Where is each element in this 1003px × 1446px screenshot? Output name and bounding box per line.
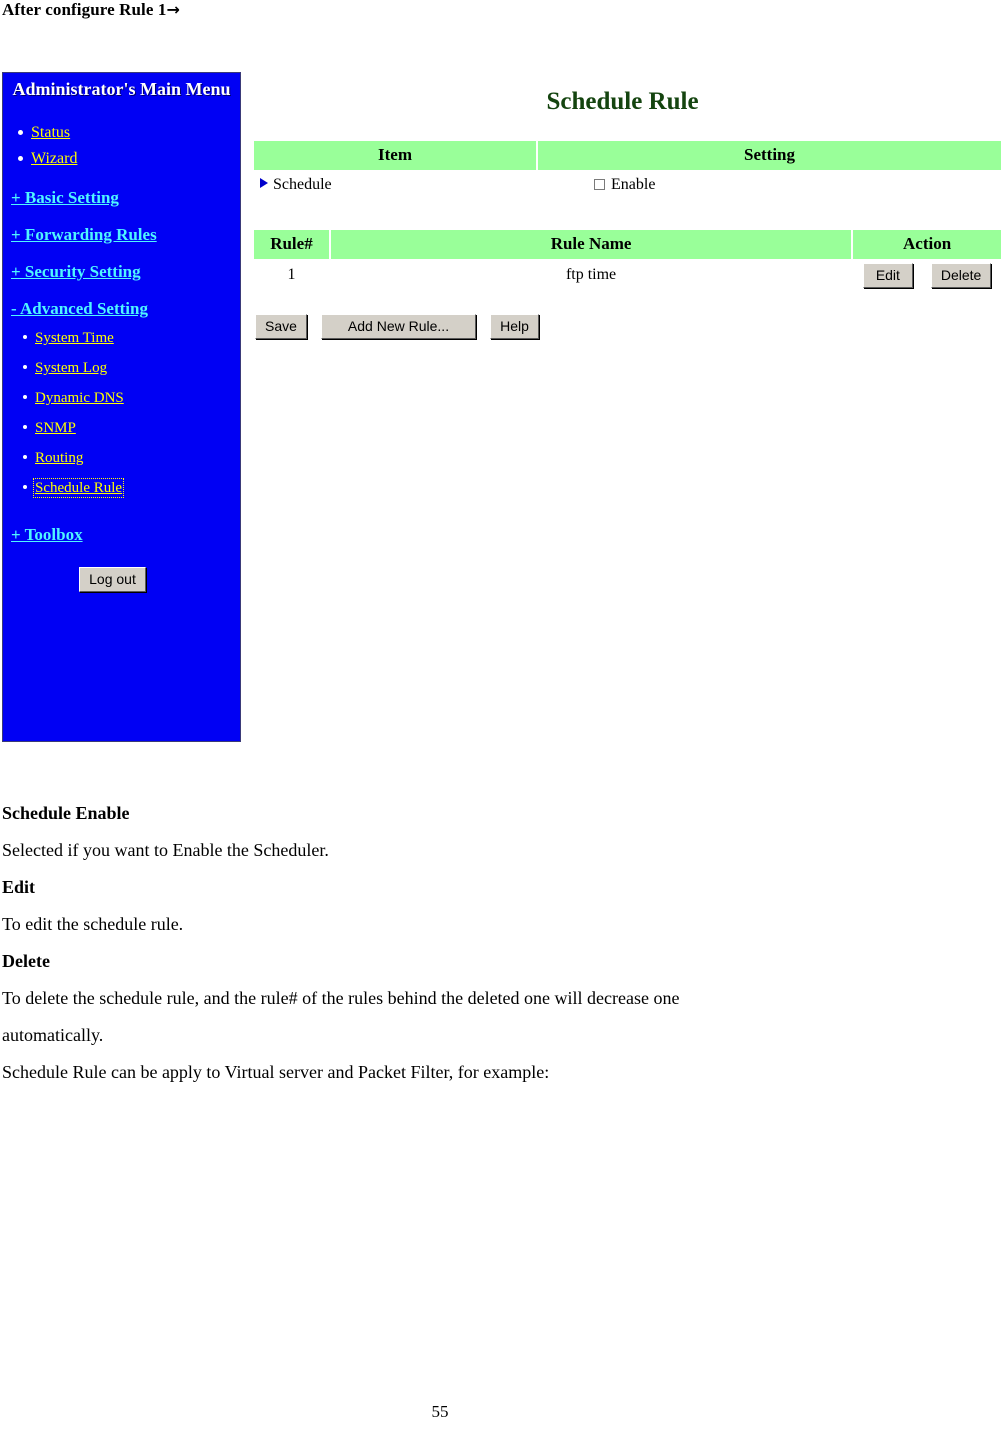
sidebar-item-label[interactable]: Status bbox=[31, 124, 70, 141]
sidebar-item-label[interactable]: Dynamic DNS bbox=[35, 390, 124, 406]
sidebar-section-label[interactable]: + Toolbox bbox=[11, 525, 83, 545]
schedule-item-label: Schedule bbox=[273, 176, 332, 193]
schedule-enable-label: Enable bbox=[611, 176, 656, 193]
table-row: 1 ftp time Edit Delete bbox=[254, 261, 1001, 290]
column-header-rule-name: Rule Name bbox=[330, 230, 852, 259]
description-text: Selected if you want to Enable the Sched… bbox=[2, 840, 329, 860]
sidebar-section-label[interactable]: + Forwarding Rules bbox=[11, 225, 157, 245]
sidebar-section-forwarding-rules[interactable]: + Forwarding Rules bbox=[3, 225, 240, 245]
sidebar-section-label[interactable]: + Security Setting bbox=[11, 262, 141, 282]
rules-table-header-row: Rule# Rule Name Action bbox=[254, 230, 1001, 259]
sidebar-item-status[interactable]: Status bbox=[18, 120, 240, 145]
page-title: Schedule Rule bbox=[546, 88, 699, 115]
document-heading: After configure Rule 1→ bbox=[2, 0, 180, 20]
sidebar-advanced-list: System Time System Log Dynamic DNS SNMP … bbox=[3, 323, 240, 503]
settings-table-header-row: Item Setting bbox=[254, 141, 1001, 170]
sidebar-item-system-log[interactable]: System Log bbox=[23, 353, 240, 383]
column-header-action: Action bbox=[853, 230, 1001, 259]
column-header-setting: Setting bbox=[538, 141, 1001, 170]
column-header-rule-number: Rule# bbox=[254, 230, 329, 259]
sidebar-item-dynamic-dns[interactable]: Dynamic DNS bbox=[23, 383, 240, 413]
sidebar: Administrator's Main Menu Status Wizard … bbox=[2, 72, 241, 742]
description-footer-note: Schedule Rule can be apply to Virtual se… bbox=[2, 1062, 550, 1082]
schedule-setting-cell: Enable bbox=[538, 172, 1001, 199]
rule-number-cell: 1 bbox=[254, 261, 329, 290]
sidebar-section-toolbox[interactable]: + Toolbox bbox=[3, 525, 240, 545]
sidebar-title: Administrator's Main Menu bbox=[12, 79, 231, 99]
sidebar-item-snmp[interactable]: SNMP bbox=[23, 413, 240, 443]
logout-button-wrap: Log out bbox=[3, 567, 240, 592]
sidebar-item-label[interactable]: System Time bbox=[35, 330, 114, 346]
rules-table: Rule# Rule Name Action 1 ftp time Edit D… bbox=[252, 228, 1003, 292]
description-term: Schedule Enable bbox=[2, 803, 130, 823]
sidebar-section-security-setting[interactable]: + Security Setting bbox=[3, 262, 240, 282]
settings-table-row: Schedule Enable bbox=[254, 172, 1001, 199]
right-arrow-icon: → bbox=[166, 0, 180, 19]
main-toolbar: Save Add New Rule... Help bbox=[252, 314, 1003, 339]
rule-name-cell: ftp time bbox=[330, 261, 852, 290]
sidebar-section-label[interactable]: - Advanced Setting bbox=[11, 299, 148, 319]
main-panel: Schedule Rule Item Setting Schedule Enab… bbox=[252, 72, 1003, 742]
sidebar-top-list: Status Wizard bbox=[3, 120, 240, 171]
rule-action-cell: Edit Delete bbox=[853, 261, 1001, 290]
sidebar-section-advanced-setting[interactable]: - Advanced Setting bbox=[3, 299, 240, 319]
page-number: 55 bbox=[431, 1402, 449, 1421]
logout-button[interactable]: Log out bbox=[79, 567, 146, 592]
column-header-item: Item bbox=[254, 141, 536, 170]
sidebar-item-wizard[interactable]: Wizard bbox=[18, 146, 240, 171]
description-text: To delete the schedule rule, and the rul… bbox=[2, 988, 680, 1008]
delete-button[interactable]: Delete bbox=[930, 263, 992, 288]
sidebar-section-basic-setting[interactable]: + Basic Setting bbox=[3, 188, 240, 208]
description-block: Schedule Enable Selected if you want to … bbox=[2, 795, 962, 1091]
description-continuation: automatically. bbox=[2, 1025, 104, 1045]
edit-button[interactable]: Edit bbox=[862, 263, 913, 288]
sidebar-item-schedule-rule[interactable]: Schedule Rule bbox=[23, 473, 240, 503]
sidebar-item-label[interactable]: System Log bbox=[35, 360, 107, 376]
sidebar-item-label[interactable]: Wizard bbox=[31, 150, 77, 167]
settings-table: Item Setting Schedule Enable bbox=[252, 139, 1003, 201]
triangle-bullet-icon bbox=[260, 178, 268, 188]
save-button[interactable]: Save bbox=[255, 314, 307, 339]
schedule-item-cell: Schedule bbox=[254, 172, 536, 199]
sidebar-item-label[interactable]: Schedule Rule bbox=[32, 478, 125, 498]
help-button[interactable]: Help bbox=[490, 314, 539, 339]
router-admin-screenshot: Administrator's Main Menu Status Wizard … bbox=[2, 72, 1003, 744]
add-new-rule-button[interactable]: Add New Rule... bbox=[320, 314, 477, 339]
sidebar-item-label[interactable]: Routing bbox=[35, 450, 83, 466]
sidebar-item-label[interactable]: SNMP bbox=[35, 420, 76, 436]
description-term: Edit bbox=[2, 877, 36, 897]
description-term: Delete bbox=[2, 951, 50, 971]
schedule-enable-checkbox[interactable] bbox=[594, 179, 605, 190]
sidebar-item-system-time[interactable]: System Time bbox=[23, 323, 240, 353]
sidebar-item-routing[interactable]: Routing bbox=[23, 443, 240, 473]
description-text: To edit the schedule rule. bbox=[2, 914, 184, 934]
sidebar-section-label[interactable]: + Basic Setting bbox=[11, 188, 119, 208]
document-heading-text: After configure Rule 1 bbox=[2, 0, 167, 19]
